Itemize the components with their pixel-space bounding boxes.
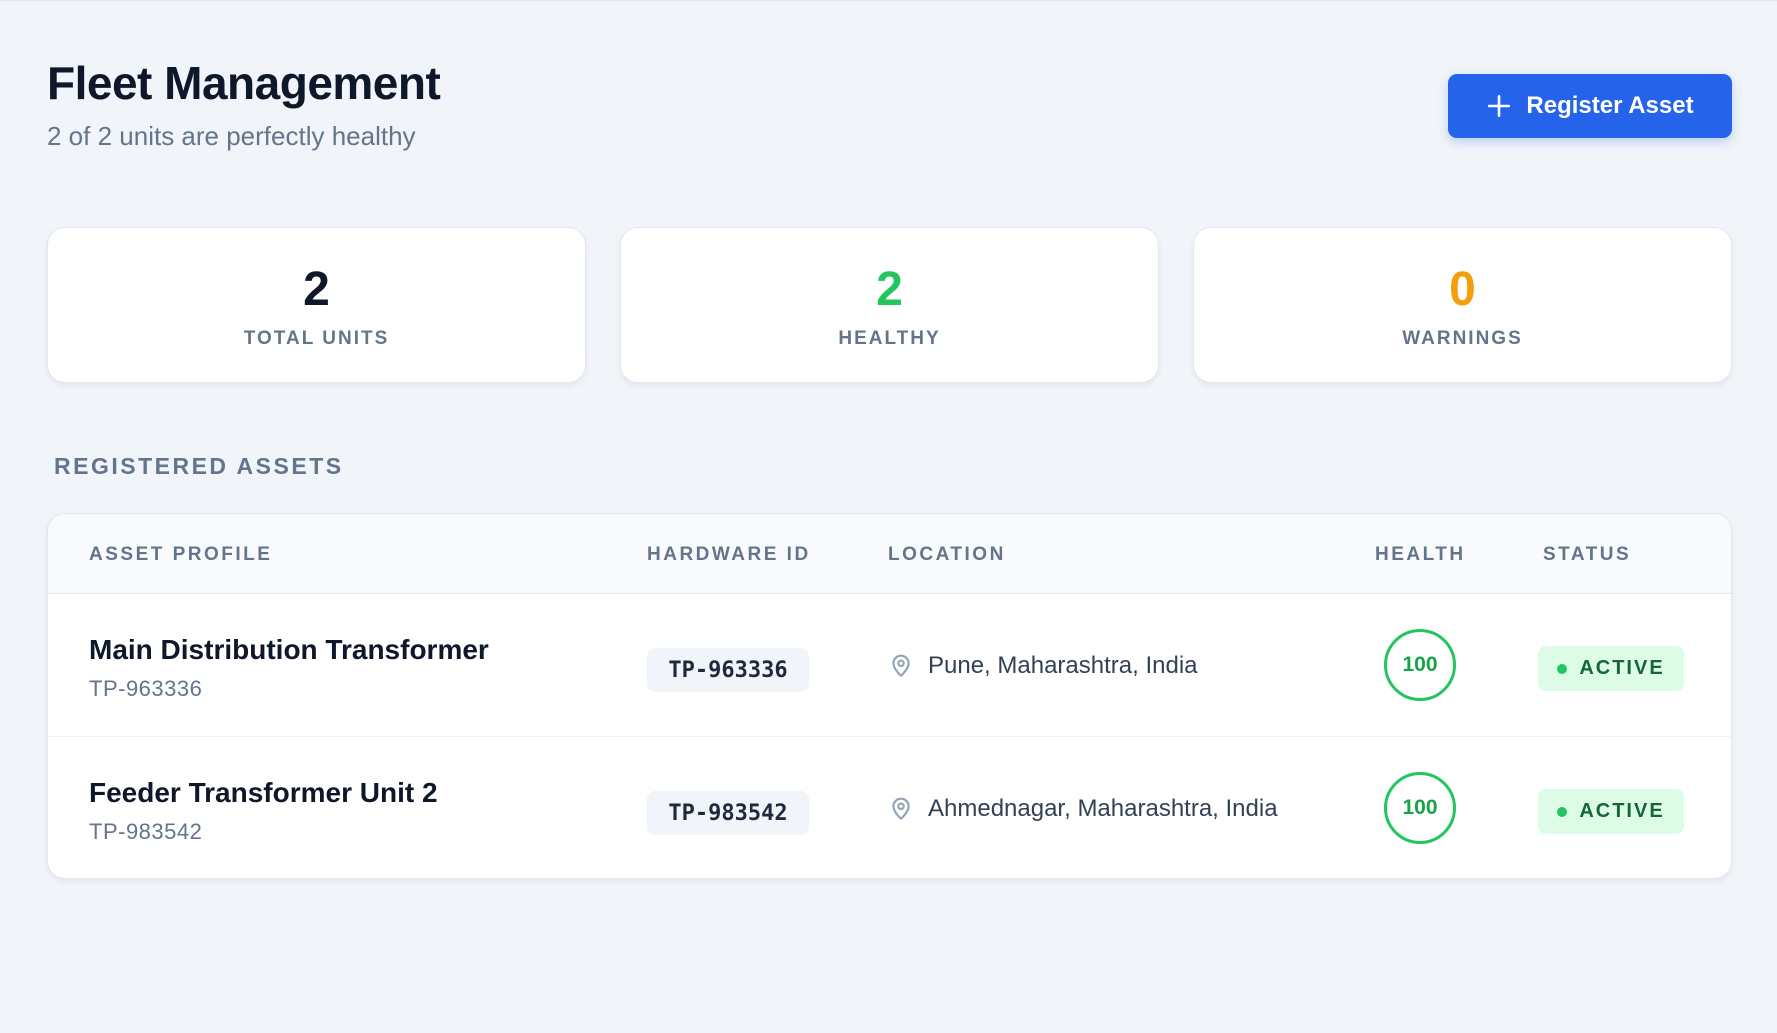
stat-value-total-units: 2 <box>303 263 330 316</box>
hardware-id-chip: TP-963336 <box>647 648 809 692</box>
location-text: Ahmednagar, Maharashtra, India <box>928 795 1278 822</box>
fleet-management-page: Fleet Management 2 of 2 units are perfec… <box>0 0 1777 1033</box>
map-pin-icon <box>892 654 910 677</box>
stats-row: 2 TOTAL UNITS 2 HEALTHY 0 WARNINGS <box>47 227 1732 383</box>
table-row[interactable]: Feeder Transformer Unit 2 TP-983542 TP-9… <box>48 737 1731 878</box>
status-badge: ACTIVE <box>1538 646 1684 691</box>
asset-location: Ahmednagar, Maharashtra, India <box>888 795 1278 823</box>
table-row[interactable]: Main Distribution Transformer TP-963336 … <box>48 594 1731 737</box>
page-subtitle: 2 of 2 units are perfectly healthy <box>47 121 416 151</box>
health-score: 100 <box>1384 629 1456 701</box>
stat-card-healthy: 2 HEALTHY <box>620 227 1159 383</box>
status-dot-icon <box>1557 806 1568 817</box>
stat-label-warnings: WARNINGS <box>1402 328 1523 349</box>
stat-label-healthy: HEALTHY <box>838 328 941 349</box>
column-header-health[interactable]: HEALTH <box>1375 544 1466 566</box>
assets-table: ASSET PROFILE HARDWARE ID LOCATION HEALT… <box>47 513 1732 879</box>
asset-name[interactable]: Main Distribution Transformer <box>89 634 489 666</box>
asset-code: TP-963336 <box>89 676 203 701</box>
stat-value-healthy: 2 <box>876 263 903 316</box>
map-pin-icon <box>892 797 910 820</box>
plus-icon <box>1488 94 1511 118</box>
stat-card-warnings: 0 WARNINGS <box>1193 227 1732 383</box>
table-header: ASSET PROFILE HARDWARE ID LOCATION HEALT… <box>48 514 1731 594</box>
section-title-registered-assets: REGISTERED ASSETS <box>54 453 344 479</box>
column-header-hardware-id[interactable]: HARDWARE ID <box>647 544 811 566</box>
stat-value-warnings: 0 <box>1449 263 1476 316</box>
hardware-id-chip: TP-983542 <box>647 791 809 835</box>
stat-card-total-units: 2 TOTAL UNITS <box>47 227 586 383</box>
status-badge: ACTIVE <box>1538 789 1684 834</box>
status-text: ACTIVE <box>1579 800 1665 822</box>
column-header-location[interactable]: LOCATION <box>888 544 1006 566</box>
column-header-asset-profile[interactable]: ASSET PROFILE <box>89 544 272 566</box>
asset-name[interactable]: Feeder Transformer Unit 2 <box>89 777 438 809</box>
stat-label-total-units: TOTAL UNITS <box>243 328 390 349</box>
register-asset-button[interactable]: Register Asset <box>1448 74 1732 138</box>
location-text: Pune, Maharashtra, India <box>928 652 1198 679</box>
status-dot-icon <box>1557 663 1568 674</box>
page-header: Fleet Management 2 of 2 units are perfec… <box>47 55 441 153</box>
register-asset-label: Register Asset <box>1526 92 1694 119</box>
page-title: Fleet Management <box>47 57 441 109</box>
status-text: ACTIVE <box>1579 657 1665 679</box>
column-header-status[interactable]: STATUS <box>1543 544 1631 566</box>
asset-code: TP-983542 <box>89 819 203 844</box>
health-score: 100 <box>1384 772 1456 844</box>
asset-location: Pune, Maharashtra, India <box>888 652 1198 680</box>
